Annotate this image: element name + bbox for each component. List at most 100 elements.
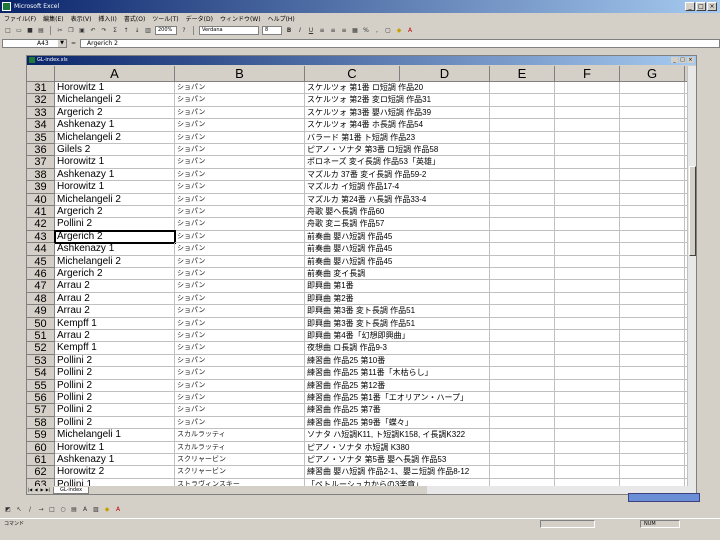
cell-b45[interactable]: ショパン [175,255,305,268]
cell-f61[interactable] [555,454,620,467]
column-header-c[interactable]: C [305,66,400,82]
arrow-icon[interactable]: → [37,506,45,514]
cell-f36[interactable] [555,144,620,157]
row-header[interactable]: 45 [27,255,55,268]
cell-c38[interactable]: マズルカ 37番 変イ長調 作品59-2 [305,169,426,182]
cell-c44[interactable]: 前奏曲 嬰ハ短調 作品45 [305,243,400,256]
cell-a41[interactable]: Argerich 2 [55,206,175,219]
column-header-f[interactable]: F [555,66,620,82]
menu-format[interactable]: 書式(O) [124,14,145,23]
cell-a58[interactable]: Pollini 2 [55,416,175,430]
cell-a56[interactable]: Pollini 2 [55,392,175,405]
clipart-icon[interactable]: ▨ [92,506,100,514]
cell-c31[interactable]: スケルツォ 第1番 ロ短調 作品20 [305,82,423,95]
row-header[interactable]: 48 [27,292,55,306]
cell-e58[interactable] [490,416,555,430]
cell-a36[interactable]: Gilels 2 [55,144,175,157]
cell-f49[interactable] [555,305,620,318]
row-header[interactable]: 40 [27,193,55,206]
row-header[interactable]: 42 [27,218,55,231]
cell-f46[interactable] [555,268,620,281]
cell-f50[interactable] [555,317,620,330]
cell-g61[interactable] [620,454,685,467]
row-header[interactable]: 63 [27,478,55,486]
cell-g42[interactable] [620,218,685,231]
spreadsheet-grid[interactable]: ABCDEFGH31Horowitz 1ショパンスケルツォ 第1番 ロ短調 作品… [27,66,687,486]
cell-a59[interactable]: Michelangeli 1 [55,429,175,442]
cell-b47[interactable]: ショパン [175,280,305,293]
menu-data[interactable]: データ(D) [186,14,213,23]
name-box[interactable]: A43 ▼ [2,39,67,48]
comma-style-icon[interactable]: , [373,27,381,35]
cell-a60[interactable]: Horowitz 1 [55,441,175,454]
cell-a46[interactable]: Argerich 2 [55,268,175,281]
cell-c42[interactable]: 舟歌 変ニ長調 作品57 [305,218,400,231]
cell-f52[interactable] [555,342,620,355]
cell-c36[interactable]: ピアノ・ソナタ 第3番 ロ短調 作品58 [305,144,438,157]
cell-c55[interactable]: 練習曲 作品25 第12番 [305,380,400,392]
cell-f38[interactable] [555,168,620,182]
redo-icon[interactable]: ↷ [100,27,108,35]
sort-desc-icon[interactable]: ↓ [133,27,141,35]
cell-f63[interactable] [555,478,620,486]
cell-e48[interactable] [490,292,555,306]
cell-g60[interactable] [620,441,685,454]
save-icon[interactable]: ■ [26,27,34,35]
cell-f33[interactable] [555,106,620,120]
cell-f57[interactable] [555,404,620,417]
close-button[interactable]: × [707,2,717,11]
cell-b55[interactable]: ショパン [175,379,305,392]
cell-a31[interactable]: Horowitz 1 [55,82,175,95]
cell-e55[interactable] [490,379,555,392]
cell-d45[interactable] [400,255,490,268]
align-center-icon[interactable]: ≡ [329,27,337,35]
rectangle-icon[interactable]: □ [48,506,56,514]
cell-c61[interactable]: ピアノ・ソナタ 第5番 嬰ヘ長調 作品53 [305,454,446,467]
cell-d39[interactable] [400,181,490,194]
cell-d60[interactable] [400,441,490,454]
cell-g44[interactable] [620,243,685,256]
cell-f62[interactable] [555,466,620,479]
cell-g31[interactable] [620,82,685,95]
cell-b43[interactable]: ショパン [175,230,305,244]
column-header-a[interactable]: A [55,66,175,82]
cell-f39[interactable] [555,181,620,194]
cell-e63[interactable] [490,478,555,486]
cell-a44[interactable]: Ashkenazy 1 [55,243,175,256]
cell-f56[interactable] [555,392,620,405]
select-all-corner[interactable] [27,66,55,82]
cell-a43[interactable]: Argerich 2 [54,229,176,245]
row-header[interactable]: 57 [27,404,55,417]
cell-b41[interactable]: ショパン [175,206,305,219]
new-file-icon[interactable]: □ [4,27,12,35]
row-header[interactable]: 33 [27,106,55,120]
cell-d48[interactable] [400,292,490,306]
formula-input[interactable]: Argerich 2 [80,39,720,48]
cell-a47[interactable]: Arrau 2 [55,280,175,293]
wordart-icon[interactable]: A [81,506,89,514]
cell-b48[interactable]: ショパン [175,292,305,306]
cell-b34[interactable]: ショパン [175,119,305,132]
cell-c56[interactable]: 練習曲 作品25 第1番「エオリアン・ハープ」 [305,392,468,405]
cell-b51[interactable]: ショパン [175,330,305,343]
cell-c58[interactable]: 練習曲 作品25 第9番「蝶々」 [305,417,413,430]
column-header-e[interactable]: E [490,66,555,82]
cell-e53[interactable] [490,354,555,368]
cell-e49[interactable] [490,305,555,318]
row-header[interactable]: 51 [27,330,55,343]
floating-toolbar[interactable] [628,493,700,502]
menu-insert[interactable]: 挿入(I) [98,14,116,23]
cell-b46[interactable]: ショパン [175,268,305,281]
cell-d44[interactable] [400,243,490,256]
textbox-icon[interactable]: ▤ [70,506,78,514]
cell-f51[interactable] [555,330,620,343]
column-header-g[interactable]: G [620,66,685,82]
row-header[interactable]: 41 [27,206,55,219]
cell-e38[interactable] [490,168,555,182]
cell-g35[interactable] [620,131,685,144]
row-header[interactable]: 62 [27,466,55,479]
cell-g38[interactable] [620,168,685,182]
cell-e33[interactable] [490,106,555,120]
row-header[interactable]: 35 [27,131,55,144]
cell-d31[interactable] [400,82,490,95]
